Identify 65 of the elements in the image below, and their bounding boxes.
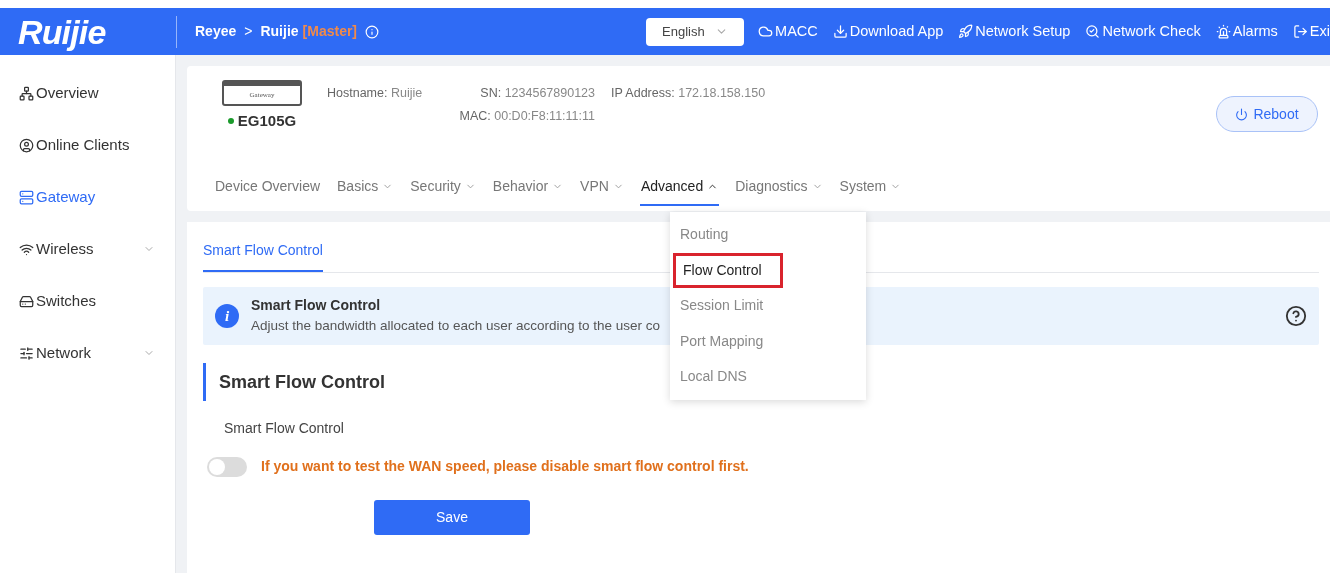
nav-tab[interactable]: Basics <box>336 169 395 206</box>
help-icon[interactable] <box>1285 305 1307 327</box>
nav-tab[interactable]: System <box>838 169 903 206</box>
header-link[interactable]: Exi <box>1292 20 1330 43</box>
alarm-icon <box>1215 24 1231 39</box>
role-tag: [Master] <box>302 21 358 42</box>
search-icon <box>1085 24 1101 39</box>
power-icon <box>1235 107 1249 121</box>
breadcrumb-link[interactable]: Reyee <box>195 21 237 42</box>
banner-text: Adjust the bandwidth allocated to each user according to the user co <box>251 317 660 336</box>
ip-value: 172.18.158.150 <box>678 86 766 100</box>
header-link[interactable]: Network Setup <box>958 20 1071 43</box>
nav-tab[interactable]: Diagnostics <box>734 169 824 206</box>
reboot-button[interactable]: Reboot <box>1216 96 1318 132</box>
nav-tab[interactable]: Advanced <box>639 169 720 206</box>
toggle-switch[interactable] <box>207 456 247 477</box>
page-tab[interactable]: Smart Flow Control <box>203 237 323 272</box>
switch-icon <box>19 293 34 309</box>
menu-item[interactable]: Port Mapping <box>670 323 866 359</box>
ip-label: IP Address: <box>611 86 675 100</box>
menu-item[interactable]: Local DNS <box>670 359 866 395</box>
breadcrumb-separator: > <box>244 22 253 41</box>
user-icon <box>19 137 34 153</box>
nav-tab[interactable]: Security <box>409 169 477 206</box>
info-icon: i <box>215 304 239 328</box>
device-model: EG105G <box>237 111 297 131</box>
sidebar-item[interactable]: Network <box>0 327 175 379</box>
header-link[interactable]: Download App <box>832 20 944 43</box>
banner-title: Smart Flow Control <box>251 296 381 316</box>
mac-value: 00:D0:F8:11:11:11 <box>494 108 595 123</box>
mac-label: MAC: <box>459 108 491 123</box>
info-icon[interactable] <box>365 24 380 39</box>
menu-item[interactable]: Session Limit <box>670 288 866 324</box>
sidebar-item[interactable]: Switches <box>0 275 175 327</box>
menu-item[interactable]: Routing <box>670 217 866 253</box>
sliders-icon <box>19 345 34 361</box>
nav-tab[interactable]: Behavior <box>491 169 565 206</box>
sidebar-item[interactable]: Gateway <box>0 171 175 223</box>
sidebar-item[interactable]: Online Clients <box>0 119 175 171</box>
header-link[interactable]: Network Check <box>1085 20 1201 43</box>
logo: Ruijie <box>17 14 107 49</box>
field-label: Smart Flow Control <box>224 419 345 438</box>
header-link[interactable]: MACC <box>758 20 818 43</box>
cloud-icon <box>758 24 774 39</box>
topology-icon <box>19 85 34 101</box>
language-select[interactable]: English <box>646 17 745 46</box>
header-link[interactable]: Alarms <box>1215 20 1278 43</box>
wifi-icon <box>19 241 34 257</box>
rocket-icon <box>958 24 974 39</box>
save-button[interactable]: Save <box>374 500 530 535</box>
sn-label: SN: <box>480 86 502 100</box>
sidebar-item[interactable]: Overview <box>0 67 175 119</box>
nav-tab[interactable]: Device Overview <box>214 169 322 206</box>
hostname-label: Hostname: <box>327 86 388 100</box>
sidebar-item[interactable]: Wireless <box>0 223 175 275</box>
nav-tab[interactable]: VPN <box>579 169 625 206</box>
hostname-value: Ruijie <box>390 86 423 100</box>
sn-value: 1234567890123 <box>504 86 595 100</box>
exit-icon <box>1292 24 1308 39</box>
download-icon <box>832 24 848 39</box>
warning-text: If you want to test the WAN speed, please disable smart flow control first. <box>261 457 749 476</box>
section-title: Smart Flow Control <box>219 370 385 394</box>
breadcrumb-current: Ruijie <box>260 22 299 41</box>
menu-item[interactable]: Flow Control <box>673 252 783 288</box>
gateway-icon <box>19 189 34 205</box>
